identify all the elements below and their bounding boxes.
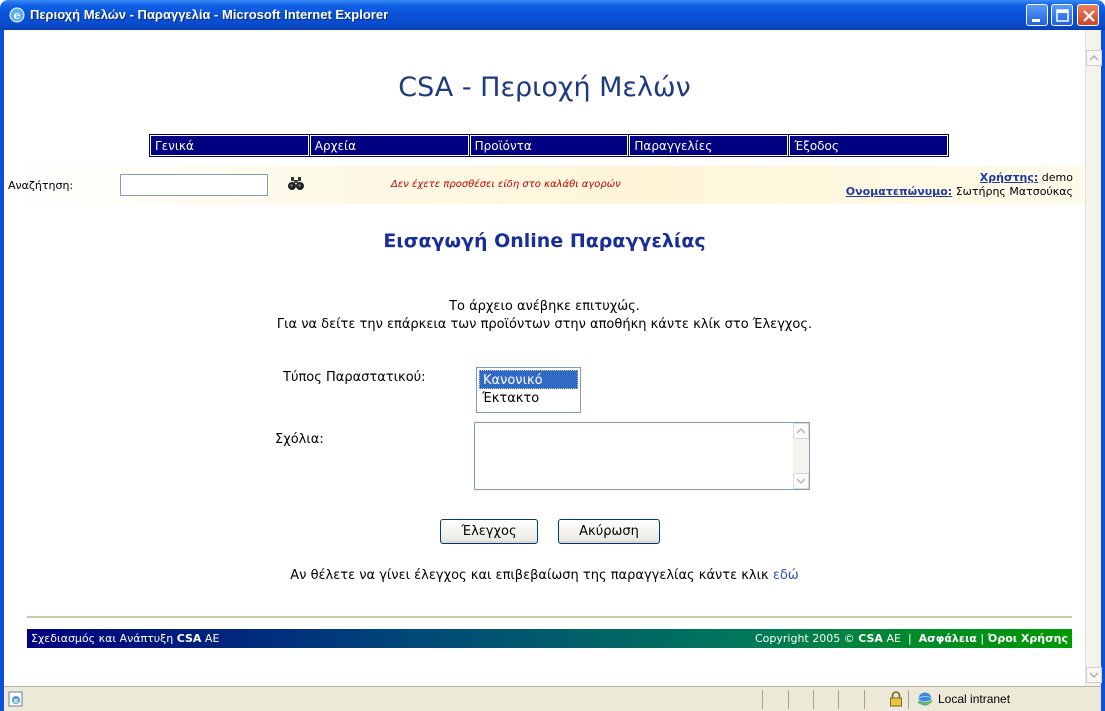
nav-item-orders[interactable]: Παραγγελίες [629, 135, 789, 156]
page-heading: Εισαγωγή Online Παραγγελίας [383, 230, 706, 252]
svg-text:e: e [14, 9, 21, 22]
footer-design-company: CSA [176, 632, 202, 645]
comments-textarea[interactable] [474, 422, 810, 490]
nav-item-logout[interactable]: Έξοδος [789, 135, 948, 156]
footer-separator: | [907, 632, 912, 645]
chevron-down-icon [796, 478, 806, 485]
comments-scrollbar[interactable] [793, 423, 809, 489]
footer-copyright: Copyright 2005 © CSA AE | Ασφάλεια | Όρο… [755, 632, 1068, 645]
user-info: Χρήστης: demo Ονοματεπώνυμο: Σωτήρης Ματ… [846, 171, 1073, 199]
local-intranet-icon [917, 692, 933, 706]
footer-design-text: Σχεδιασμός και Ανάπτυξη [31, 632, 174, 645]
check-button[interactable]: Έλεγχος [440, 519, 538, 544]
close-icon [1083, 10, 1095, 22]
scroll-up-arrow[interactable] [793, 423, 809, 439]
status-segment [838, 690, 839, 709]
internet-explorer-icon: e [9, 7, 25, 23]
cancel-button[interactable]: Ακύρωση [558, 519, 660, 544]
lock-icon [890, 691, 902, 707]
status-segment [864, 690, 865, 709]
window-title-bar[interactable]: e Περιοχή Μελών - Παραγγελία - Microsoft… [0, 0, 1105, 30]
footer-terms-link[interactable]: Όροι Χρήσης [988, 632, 1068, 645]
window-title: Περιοχή Μελών - Παραγγελία - Microsoft I… [30, 7, 389, 22]
status-segment [908, 690, 909, 709]
fullname-label: Ονοματεπώνυμο: [845, 185, 953, 198]
confirm-here-link[interactable]: εδώ [773, 568, 799, 583]
minimize-button[interactable] [1026, 4, 1048, 26]
cart-empty-message: Δεν έχετε προσθέσει είδη στο καλάθι αγορ… [391, 179, 621, 190]
main-nav: Γενικά Αρχεία Προϊόντα Παραγγελίες Έξοδο… [149, 134, 949, 157]
chevron-up-icon [796, 427, 806, 434]
nav-item-products[interactable]: Προϊόντα [469, 135, 629, 156]
page-status-icon: e [8, 691, 23, 707]
security-zone-label: Local intranet [938, 692, 1011, 706]
search-label: Αναζήτηση: [8, 179, 74, 192]
status-bar: e Local intranet [4, 686, 1101, 711]
comments-label: Σχόλια: [275, 432, 324, 447]
close-button[interactable] [1077, 4, 1099, 26]
doc-type-option-regular[interactable]: Κανονικό [479, 370, 578, 389]
svg-text:e: e [14, 697, 19, 705]
confirm-instructions: Αν θέλετε να γίνει έλεγχος και επιβεβαίω… [4, 568, 1085, 583]
scroll-down-arrow[interactable] [793, 473, 809, 489]
search-input[interactable] [120, 174, 268, 196]
footer-security-link[interactable]: Ασφάλεια [919, 632, 977, 645]
status-segment [762, 690, 763, 709]
window-frame-right [1101, 30, 1105, 711]
chevron-up-icon [1089, 54, 1099, 61]
maximize-button[interactable] [1051, 4, 1073, 26]
footer-divider [27, 616, 1072, 618]
binoculars-search-icon[interactable] [288, 177, 304, 191]
status-segment [788, 690, 789, 709]
nav-item-general[interactable]: Γενικά [150, 135, 309, 156]
footer-credits: Σχεδιασμός και Ανάπτυξη CSA AE [31, 632, 219, 645]
maximize-icon [1056, 9, 1069, 22]
page-scrollbar[interactable] [1085, 30, 1102, 686]
footer-copyright-text: Copyright 2005 © [754, 632, 855, 645]
minimize-icon [1032, 19, 1040, 22]
doc-type-listbox[interactable]: Κανονικό Έκτακτο [476, 367, 581, 413]
footer-copyright-suffix: AE [886, 632, 901, 645]
footer-design-suffix: AE [204, 632, 220, 645]
status-segment [813, 690, 814, 709]
chevron-down-icon [1089, 672, 1099, 679]
page-content: CSA - Περιοχή Μελών Γενικά Αρχεία Προϊόν… [4, 30, 1085, 686]
page-scroll-up[interactable] [1086, 50, 1102, 66]
fullname-value: Σωτήρης Ματσούκας [955, 185, 1073, 198]
footer-copyright-company: CSA [858, 632, 883, 645]
page-scroll-down[interactable] [1086, 667, 1102, 683]
confirm-text: Αν θέλετε να γίνει έλεγχος και επιβεβαίω… [290, 568, 769, 583]
doc-type-option-extraordinary[interactable]: Έκτακτο [479, 389, 578, 408]
check-instructions-message: Για να δείτε την επάρκεια των προϊόντων … [276, 317, 813, 332]
user-label: Χρήστης: [979, 171, 1039, 184]
doc-type-label: Τύπος Παραστατικού: [283, 370, 426, 385]
user-value: demo [1041, 171, 1073, 184]
upload-success-message: Το άρχειο ανέβηκε επιτυχώς. [449, 299, 640, 314]
search-bar: Αναζήτηση: Δεν έχετε προσθέσει είδη στο … [4, 166, 1085, 204]
site-title: CSA - Περιοχή Μελών [398, 72, 691, 103]
page-footer: Σχεδιασμός και Ανάπτυξη CSA AE Copyright… [27, 629, 1072, 648]
footer-separator: | [980, 632, 985, 645]
nav-item-files[interactable]: Αρχεία [309, 135, 469, 156]
